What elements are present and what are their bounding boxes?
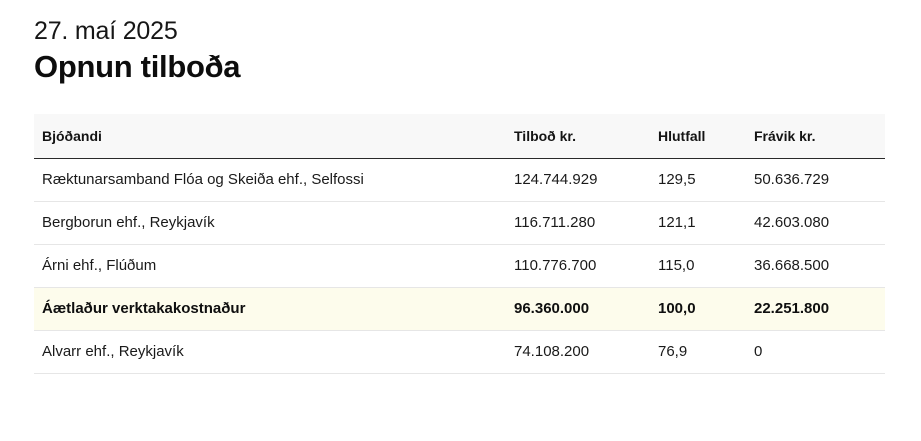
cell-bid: 110.776.700 (514, 257, 597, 274)
cell-bidder: Áætlaður verktakakostnaður (42, 300, 246, 317)
cell-deviation: 22.251.800 (754, 300, 830, 317)
table-header-row: Bjóðandi Tilboð kr. Hlutfall Frávik kr. (34, 114, 885, 158)
table-row-estimate: Áætlaður verktakakostnaður 96.360.000 10… (34, 287, 885, 330)
page-title: Opnun tilboða (34, 49, 241, 84)
cell-deviation: 0 (754, 343, 763, 360)
cell-bidder: Ræktunarsamband Flóa og Skeiða ehf., Sel… (42, 171, 364, 188)
cell-deviation: 50.636.729 (754, 171, 830, 188)
cell-bid: 96.360.000 (514, 300, 590, 317)
cell-ratio: 115,0 (658, 257, 695, 274)
cell-bidder: Alvarr ehf., Reykjavík (42, 343, 184, 360)
table-row: Alvarr ehf., Reykjavík 74.108.200 76,9 0 (34, 330, 885, 373)
cell-bidder: Árni ehf., Flúðum (42, 257, 157, 274)
cell-bid: 116.711.280 (514, 214, 596, 231)
date-heading: 27. maí 2025 (34, 17, 178, 45)
cell-ratio: 129,5 (658, 171, 696, 188)
cell-ratio: 76,9 (658, 343, 688, 360)
cell-deviation: 36.668.500 (754, 257, 830, 274)
column-header-bid: Tilboð kr. (514, 127, 576, 144)
table-row: Árni ehf., Flúðum 110.776.700 115,0 36.6… (34, 244, 885, 287)
column-header-ratio: Hlutfall (658, 127, 706, 144)
page: 27. maí 2025 Opnun tilboða Bjóðandi Tilb… (0, 0, 921, 441)
table-row: Ræktunarsamband Flóa og Skeiða ehf., Sel… (34, 158, 885, 201)
cell-ratio: 121,1 (658, 214, 696, 231)
cell-bid: 124.744.929 (514, 171, 598, 188)
cell-bidder: Bergborun ehf., Reykjavík (42, 214, 215, 231)
bids-table: Bjóðandi Tilboð kr. Hlutfall Frávik kr. … (34, 114, 885, 374)
cell-deviation: 42.603.080 (754, 214, 830, 231)
table-row: Bergborun ehf., Reykjavík 116.711.280 12… (34, 201, 885, 244)
cell-bid: 74.108.200 (514, 343, 590, 360)
column-header-deviation: Frávik kr. (754, 127, 816, 144)
cell-ratio: 100,0 (658, 300, 696, 317)
column-header-bidder: Bjóðandi (42, 127, 102, 144)
